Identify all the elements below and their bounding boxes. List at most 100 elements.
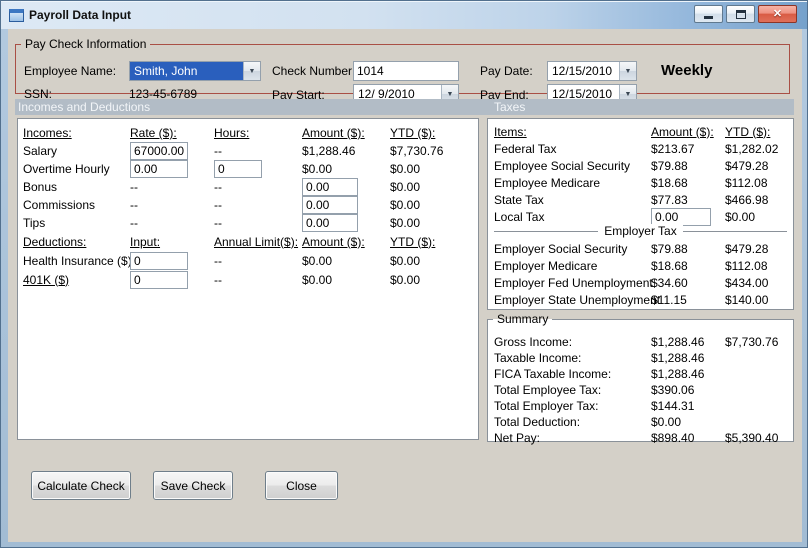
tax-label: Federal Tax [494, 141, 557, 156]
tax-row-state: State Tax $77.83 $466.98 [494, 191, 787, 208]
summary-amount: $898.40 [651, 431, 695, 445]
close-button[interactable]: Close [265, 471, 338, 500]
pay-date-value: 12/15/2010 [552, 64, 613, 78]
tax-row-federal: Federal Tax $213.67 $1,282.02 [494, 140, 787, 157]
commissions-amount-input[interactable] [302, 196, 358, 214]
income-col-amount: Amount ($): [302, 126, 365, 140]
tax-col-items: Items: [494, 124, 527, 139]
tax-col-amount: Amount ($): [651, 124, 714, 139]
income-row-commissions: Commissions -- -- $0.00 [23, 196, 473, 214]
income-ytd: $0.00 [390, 216, 421, 230]
pay-frequency-label: Weekly [661, 62, 713, 79]
401k-link[interactable]: 401K ($) [23, 273, 69, 287]
salary-rate-input[interactable] [130, 142, 188, 160]
tax-ytd: $479.28 [725, 158, 769, 173]
titlebar: Payroll Data Input ✕ [1, 1, 807, 29]
tax-header-row: Items: Amount ($): YTD ($): [494, 123, 787, 140]
close-icon: ✕ [772, 7, 783, 20]
income-ytd: $0.00 [390, 180, 421, 194]
income-hours: -- [214, 144, 222, 158]
caption-buttons: ✕ [694, 5, 797, 23]
section-header-strip: Incomes and Deductions Taxes [15, 99, 794, 115]
paycheck-group-title: Pay Check Information [25, 37, 147, 51]
income-hours: -- [214, 216, 222, 230]
chevron-down-icon: ▼ [243, 62, 260, 80]
summary-ytd [725, 350, 787, 366]
summary-row-total-employee-tax: Total Employee Tax: $390.06 [494, 382, 787, 398]
summary-ytd [725, 382, 787, 398]
income-amount: $0.00 [302, 162, 333, 176]
tax-row-empr-state-unemp: Employer State Unemployment $11.15 $140.… [494, 291, 787, 308]
summary-group: Summary Gross Income: $1,288.46 $7,730.7… [487, 312, 794, 445]
summary-ytd: $5,390.40 [725, 431, 779, 445]
calculate-check-button[interactable]: Calculate Check [31, 471, 131, 500]
deduction-row-health: Health Insurance ($) -- $0.00 $0.00 [23, 251, 473, 270]
summary-amount: $1,288.46 [651, 335, 705, 349]
overtime-rate-input[interactable] [130, 160, 188, 178]
income-label: Bonus [23, 180, 58, 194]
deduction-col-limit: Annual Limit($): [214, 234, 299, 249]
income-label: Overtime Hourly [23, 162, 110, 176]
deduction-col-item: Deductions: [23, 234, 87, 249]
income-ytd: $0.00 [390, 162, 421, 176]
summary-label: Total Deduction: [494, 415, 581, 429]
tax-row-empr-ss: Employer Social Security $79.88 $479.28 [494, 240, 787, 257]
income-ytd: $0.00 [390, 198, 421, 212]
tax-ytd: $434.00 [725, 275, 769, 290]
pay-date-datepicker[interactable]: 12/15/2010 ▼ [547, 61, 637, 81]
incomes-deductions-panel: Incomes: Rate ($): Hours: Amount ($): YT… [17, 118, 479, 440]
summary-ytd [725, 366, 787, 382]
client-area: Pay Check Information Employee Name: Smi… [8, 29, 802, 542]
save-check-button[interactable]: Save Check [153, 471, 233, 500]
deduction-ytd: $0.00 [390, 253, 421, 268]
tax-label: State Tax [494, 192, 544, 207]
summary-row-total-employer-tax: Total Employer Tax: $144.31 [494, 398, 787, 414]
deduction-row-401k: 401K ($) -- $0.00 $0.00 [23, 270, 473, 289]
summary-label: Taxable Income: [494, 351, 582, 365]
tax-amount: $18.68 [651, 258, 688, 273]
summary-label: Total Employer Tax: [494, 399, 599, 413]
summary-amount: $144.31 [651, 399, 695, 413]
summary-row-fica: FICA Taxable Income: $1,288.46 [494, 366, 787, 382]
app-icon [9, 8, 24, 22]
maximize-icon [735, 9, 746, 19]
summary-amount: $390.06 [651, 383, 695, 397]
summary-label: Total Employee Tax: [494, 383, 602, 397]
tax-label: Employer Social Security [494, 241, 628, 256]
401k-input[interactable] [130, 270, 188, 289]
deduction-header-row: Deductions: Input: Annual Limit($): Amou… [23, 232, 473, 251]
summary-ytd: $7,730.76 [725, 335, 779, 349]
employee-name-value: Smith, John [130, 62, 243, 80]
summary-label: Gross Income: [494, 335, 573, 349]
check-number-label: Check Number: [272, 64, 356, 78]
income-col-item: Incomes: [23, 126, 72, 140]
deduction-col-ytd: YTD ($): [390, 234, 436, 249]
maximize-button[interactable] [726, 5, 755, 23]
tax-amount: $18.68 [651, 175, 688, 190]
summary-row-taxable: Taxable Income: $1,288.46 [494, 350, 787, 366]
health-insurance-input[interactable] [130, 251, 188, 270]
tax-col-ytd: YTD ($): [725, 124, 771, 139]
check-number-input[interactable] [353, 61, 459, 81]
minimize-icon [704, 16, 713, 19]
tax-ytd: $479.28 [725, 241, 769, 256]
tax-amount: $79.88 [651, 158, 688, 173]
summary-amount: $1,288.46 [651, 367, 705, 381]
employee-name-combobox[interactable]: Smith, John ▼ [129, 61, 261, 81]
income-label: Commissions [23, 198, 96, 212]
tips-amount-input[interactable] [302, 214, 358, 232]
summary-amount: $1,288.46 [651, 351, 705, 365]
employee-tax-table: Items: Amount ($): YTD ($): Federal Tax … [494, 123, 787, 226]
minimize-button[interactable] [694, 5, 723, 23]
income-rate: -- [130, 198, 138, 212]
income-rate: -- [130, 216, 138, 230]
bonus-amount-input[interactable] [302, 178, 358, 196]
tax-label: Employer State Unemployment [494, 292, 661, 307]
close-window-button[interactable]: ✕ [758, 5, 797, 23]
income-header-row: Incomes: Rate ($): Hours: Amount ($): YT… [23, 124, 473, 142]
income-label: Salary [23, 144, 58, 158]
overtime-hours-input[interactable] [214, 160, 262, 178]
summary-label: Net Pay: [494, 431, 541, 445]
tax-ytd: $112.08 [725, 175, 768, 190]
employer-tax-header: Employer Tax [598, 224, 683, 238]
